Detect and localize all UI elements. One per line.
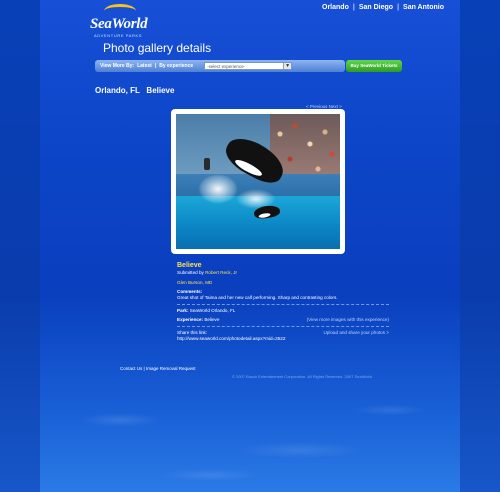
copyright: © 2007 Busch Entertainment Corporation. … xyxy=(232,374,373,379)
nav-link-orlando[interactable]: Orlando xyxy=(318,4,353,11)
page-title: Photo gallery details xyxy=(103,41,212,55)
submitted-label: Submitted by xyxy=(177,270,204,275)
logo-text: SeaWorld xyxy=(90,16,148,32)
location-heading: Orlando, FL Believe xyxy=(95,86,175,95)
seaworld-logo[interactable]: SeaWorld ADVENTURE PARKS xyxy=(90,4,150,38)
view-more-images-link[interactable]: (View more images with this experience) xyxy=(307,317,389,323)
page-container: SeaWorld ADVENTURE PARKS Orlando | San D… xyxy=(40,0,460,492)
experience-select[interactable]: -select experience- ▼ xyxy=(204,62,293,70)
experience-label: Experience: xyxy=(177,317,204,322)
nav-link-san-diego[interactable]: San Diego xyxy=(355,4,397,11)
photo-title: Believe xyxy=(177,262,202,269)
experience-select-value: -select experience- xyxy=(207,63,246,69)
park-label: Park: xyxy=(177,308,189,313)
submitter-link[interactable]: Robert Reck, Jr xyxy=(205,270,237,275)
author-credit: Glen Burson, MD xyxy=(177,280,213,285)
logo-subtitle: ADVENTURE PARKS xyxy=(94,33,143,38)
photo-frame xyxy=(171,109,345,254)
comments-text: Great shot of Taima and her new calf per… xyxy=(177,295,338,300)
footer-separator: | xyxy=(143,366,145,371)
gallery-photo[interactable] xyxy=(176,114,340,249)
gallery-toolbar: View More By: Latest | By experience -se… xyxy=(95,60,345,72)
right-background xyxy=(460,0,500,492)
photo-details: Believe Submitted by Robert Reck, Jr Gle… xyxy=(177,262,389,342)
divider xyxy=(177,326,389,327)
dropdown-arrow-icon[interactable]: ▼ xyxy=(283,63,292,69)
water-ripple-decoration xyxy=(40,380,460,492)
share-label: Share this link: xyxy=(177,330,208,335)
divider xyxy=(177,304,389,305)
park-value: SeaWorld Orlando, FL xyxy=(189,308,236,313)
latest-link[interactable]: Latest xyxy=(134,63,155,69)
nav-link-san-antonio[interactable]: San Antonio xyxy=(399,4,448,11)
photo-trainer xyxy=(204,158,210,170)
top-park-nav: Orlando | San Diego | San Antonio xyxy=(318,4,448,11)
contact-us-link[interactable]: Contact Us xyxy=(120,366,142,371)
upload-photos-link[interactable]: Upload and share your photos > xyxy=(323,330,389,342)
left-background xyxy=(0,0,40,492)
photo-splash xyxy=(198,174,238,204)
experience-line: Experience: Believe (View more images wi… xyxy=(177,317,389,323)
image-removal-link[interactable]: Image Removal Request xyxy=(146,366,196,371)
submitted-line: Submitted by Robert Reck, Jr xyxy=(177,270,389,276)
buy-tickets-button[interactable]: Buy SeaWorld Tickets xyxy=(346,60,402,72)
experience-value: Believe xyxy=(204,317,220,322)
park-line: Park: SeaWorld Orlando, FL xyxy=(177,308,389,314)
share-line: Share this link: http://www.seaworld.com… xyxy=(177,330,389,342)
footer-links: Contact Us | Image Removal Request xyxy=(120,366,196,371)
view-more-label: View More By: xyxy=(100,63,135,69)
by-experience-link[interactable]: By experience xyxy=(156,63,196,69)
share-url[interactable]: http://www.seaworld.com/photodetail.aspx… xyxy=(177,336,285,341)
